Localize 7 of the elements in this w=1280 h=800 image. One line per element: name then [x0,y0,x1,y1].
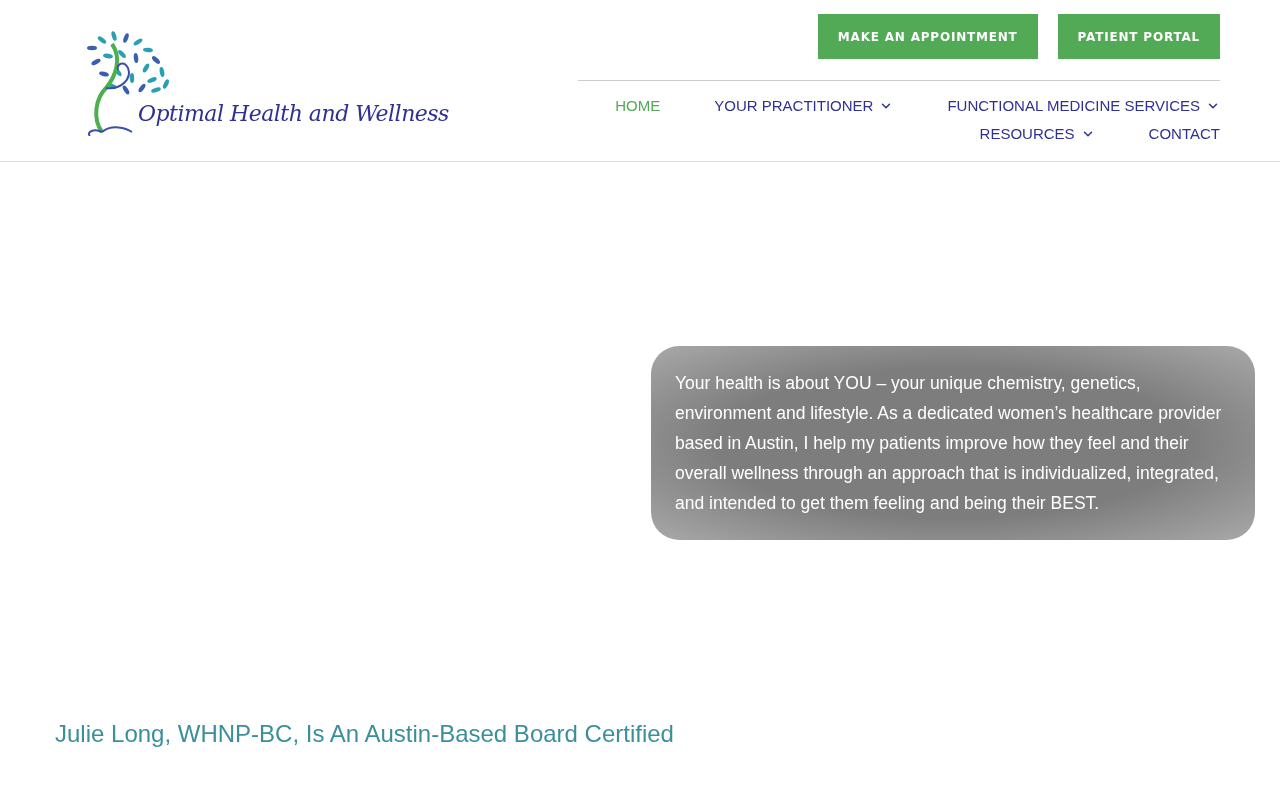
nav-link[interactable]: YOUR PRACTITIONER [714,95,894,117]
nav-link[interactable]: CONTACT [1148,123,1220,145]
nav-link[interactable]: RESOURCES [979,123,1095,145]
logo-text[interactable]: Optimal Health and Wellness [138,101,449,126]
hero-paragraph: Your health is about YOU – your unique chemistry, genetics, environment and lifestyle. As a dedicated women’s healthcare provider based in Austin, I help my patients improve how they feel and their overall wellness through an approach that is individualized, integrated, and intended to get them feeling and being their BEST. [651,346,1255,540]
section-heading: Julie Long, WHNP-BC, Is An Austin-Based Board Certified [55,720,675,748]
nav-link[interactable]: FUNCTIONAL MEDICINE SERVICES [947,95,1220,117]
